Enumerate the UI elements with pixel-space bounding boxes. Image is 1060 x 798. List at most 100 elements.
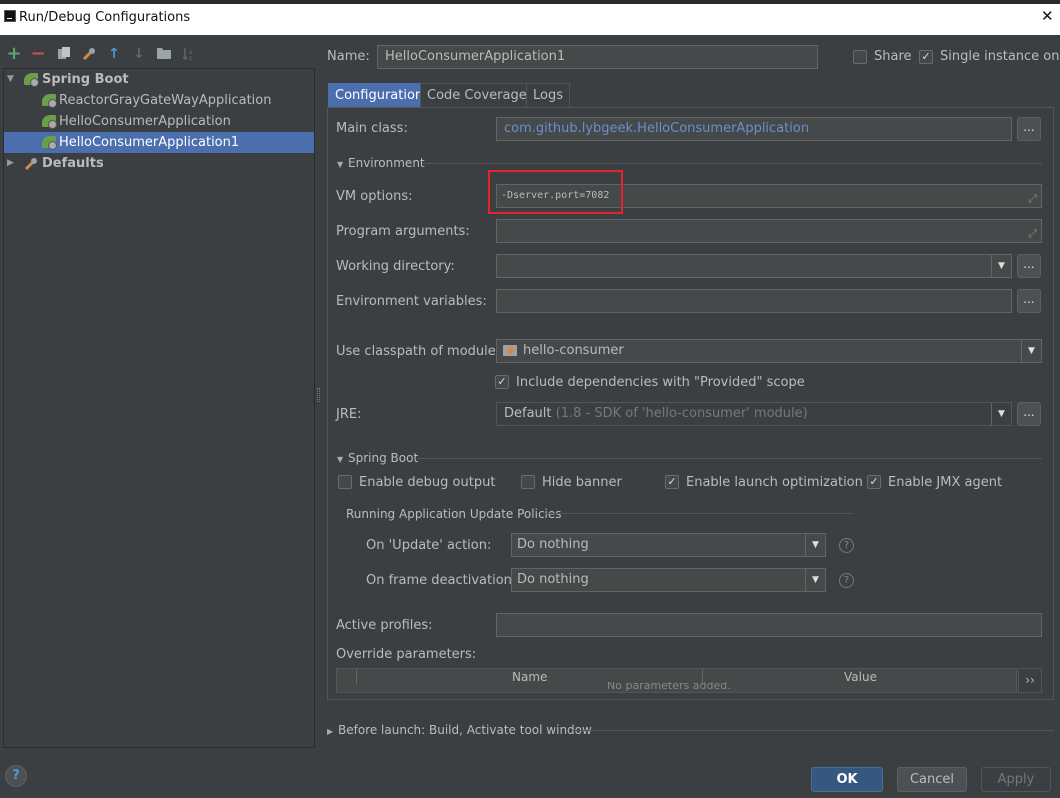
jmx-agent-label: Enable JMX agent [888, 475, 1003, 490]
update-policies-title: Running Application Update Policies [346, 507, 562, 521]
section-collapse-icon[interactable]: ▼ [337, 455, 343, 464]
on-update-select[interactable]: Do nothing ▼ [511, 533, 826, 557]
environment-section-title: Environment [348, 156, 425, 170]
tree-item[interactable]: HelloConsumerApplication [4, 111, 314, 132]
move-down-icon[interactable]: ↓ [131, 46, 147, 62]
chevron-down-icon[interactable]: ▼ [1021, 340, 1041, 362]
tree-group-label: Defaults [42, 156, 104, 171]
splitter-handle[interactable] [317, 388, 320, 402]
override-parameters-table[interactable]: Name Value No parameters added. [336, 668, 1017, 693]
svg-text:z: z [189, 55, 192, 62]
vm-options-label: VM options: [336, 189, 413, 204]
classpath-module-value: hello-consumer [523, 343, 624, 358]
browse-main-class-button[interactable]: ... [1017, 117, 1041, 141]
classpath-module-select[interactable]: hello-consumer ▼ [496, 339, 1042, 363]
tab-logs[interactable]: Logs [526, 83, 570, 108]
expand-arrow-icon[interactable]: ▶ [7, 153, 14, 174]
on-frame-deactivation-value: Do nothing [517, 572, 589, 587]
tree-item-label: HelloConsumerApplication1 [59, 135, 240, 150]
name-label: Name: [327, 49, 370, 64]
include-dependencies-checkbox[interactable]: ✓ [495, 375, 509, 389]
tree-group-spring-boot[interactable]: ▼ Spring Boot [4, 69, 314, 90]
on-frame-deactivation-select[interactable]: Do nothing ▼ [511, 568, 826, 592]
working-directory-field[interactable]: ▼ [496, 254, 1012, 278]
chevron-down-icon[interactable]: ▼ [991, 403, 1011, 425]
section-divider [418, 458, 1042, 459]
active-profiles-label: Active profiles: [336, 618, 433, 633]
on-frame-deactivation-label: On frame deactivation: [366, 573, 517, 588]
cancel-button[interactable]: Cancel [897, 767, 967, 792]
help-icon[interactable]: ? [839, 573, 854, 588]
close-icon[interactable]: ✕ [1041, 7, 1054, 25]
classpath-module-label: Use classpath of module: [336, 344, 501, 359]
folder-icon[interactable] [156, 46, 172, 62]
edit-environment-variables-button[interactable]: ... [1017, 289, 1041, 313]
browse-jre-button[interactable]: ... [1017, 402, 1041, 426]
on-update-label: On 'Update' action: [366, 538, 492, 553]
add-icon[interactable]: + [6, 45, 22, 63]
single-instance-checkbox[interactable]: ✓ [919, 50, 933, 64]
column-header-value[interactable]: Value [844, 670, 877, 684]
chevron-down-icon[interactable]: ▼ [805, 534, 825, 556]
wrench-icon [24, 157, 40, 178]
column-separator [356, 669, 357, 685]
ok-button[interactable]: OK [811, 767, 883, 792]
tree-group-defaults[interactable]: ▶ Defaults [4, 153, 314, 174]
jre-select[interactable]: Default (1.8 - SDK of 'hello-consumer' m… [496, 402, 1012, 426]
apply-button[interactable]: Apply [981, 767, 1051, 792]
tree-item-selected[interactable]: HelloConsumerApplication1 [4, 132, 314, 153]
copy-icon[interactable] [56, 46, 72, 62]
window-title: Run/Debug Configurations [19, 10, 191, 25]
spring-boot-icon [24, 73, 39, 87]
main-class-label: Main class: [336, 121, 408, 136]
move-up-icon[interactable]: ↑ [106, 46, 122, 62]
jmx-agent-checkbox[interactable]: ✓ [867, 475, 881, 489]
help-icon[interactable]: ? [5, 765, 27, 787]
before-launch-label[interactable]: Before launch: Build, Activate tool wind… [338, 723, 592, 737]
name-field[interactable]: HelloConsumerApplication1 [377, 45, 818, 69]
expand-arrow-icon[interactable]: ▶ [327, 727, 333, 736]
section-divider [573, 730, 1054, 731]
intellij-logo-icon [4, 10, 16, 22]
section-collapse-icon[interactable]: ▼ [337, 160, 343, 169]
tree-item-label: HelloConsumerApplication [59, 114, 231, 129]
jre-label: JRE: [336, 407, 362, 422]
launch-optimization-checkbox[interactable]: ✓ [665, 475, 679, 489]
help-icon[interactable]: ? [839, 538, 854, 553]
section-divider [546, 513, 853, 514]
spring-boot-app-icon [42, 136, 57, 150]
spring-boot-app-icon [42, 115, 57, 129]
include-dependencies-label: Include dependencies with "Provided" sco… [516, 375, 805, 390]
collapse-arrow-icon[interactable]: ▼ [7, 69, 14, 90]
main-class-field[interactable]: com.github.lybgeek.HelloConsumerApplicat… [496, 117, 1012, 141]
hide-banner-checkbox[interactable] [521, 475, 535, 489]
chevron-down-icon[interactable]: ▼ [805, 569, 825, 591]
tree-item-label: ReactorGrayGateWayApplication [59, 93, 272, 108]
expand-icon[interactable]: ⤢ [1028, 223, 1037, 242]
expand-icon[interactable]: ⤢ [1028, 188, 1037, 207]
wrench-icon[interactable] [81, 46, 97, 62]
debug-output-checkbox[interactable] [338, 475, 352, 489]
program-arguments-label: Program arguments: [336, 224, 470, 239]
tab-configuration[interactable]: Configuration [328, 83, 431, 108]
table-empty-text: No parameters added. [607, 682, 731, 692]
remove-icon[interactable]: − [30, 45, 46, 63]
tab-code-coverage[interactable]: Code Coverage [420, 83, 534, 108]
launch-optimization-label: Enable launch optimization [686, 475, 863, 490]
environment-variables-field[interactable] [496, 289, 1012, 313]
tree-group-label: Spring Boot [42, 72, 129, 87]
sort-icon[interactable]: az [181, 46, 197, 62]
program-arguments-field[interactable]: ⤢ [496, 219, 1042, 243]
share-checkbox[interactable] [853, 50, 867, 64]
table-expand-button[interactable]: ›› [1018, 668, 1042, 693]
browse-working-directory-button[interactable]: ... [1017, 254, 1041, 278]
debug-output-label: Enable debug output [359, 475, 496, 490]
on-update-value: Do nothing [517, 537, 589, 552]
active-profiles-field[interactable] [496, 613, 1042, 637]
column-header-name[interactable]: Name [512, 670, 547, 684]
share-label: Share [874, 49, 912, 64]
environment-variables-label: Environment variables: [336, 294, 487, 309]
tree-item[interactable]: ReactorGrayGateWayApplication [4, 90, 314, 111]
chevron-down-icon[interactable]: ▼ [991, 255, 1011, 277]
jre-detail: (1.8 - SDK of 'hello-consumer' module) [555, 406, 808, 421]
